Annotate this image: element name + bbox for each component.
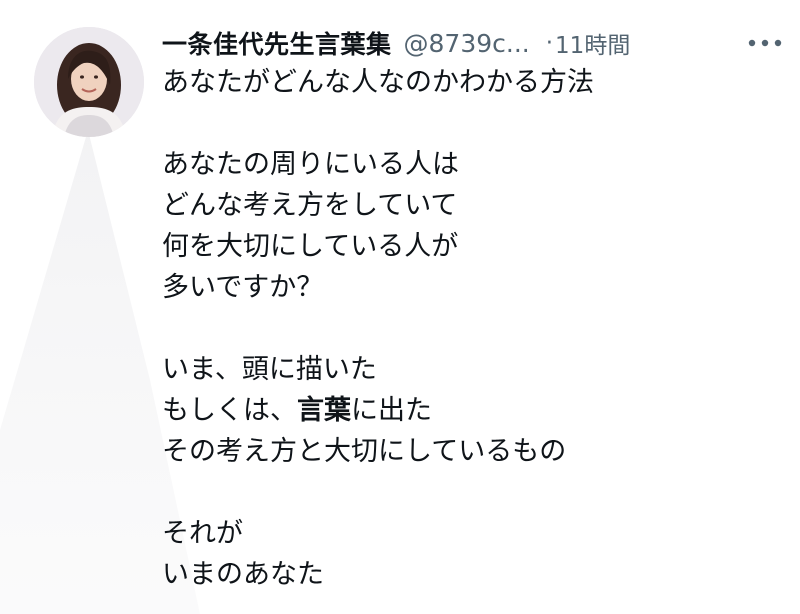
header-separator: ·: [545, 30, 554, 56]
tweet-line: 多いですか？: [162, 272, 324, 303]
more-options-button[interactable]: [743, 28, 787, 58]
tweet-line: いまのあなた: [162, 559, 324, 590]
tweet-line: その考え方と大切にしているもの: [162, 436, 567, 467]
tweet-text: あなたがどんな人なのかわかる方法 あなたの周りにいる人は どんな考え方をしていて…: [162, 62, 782, 595]
tweet-line: あなたの周りにいる人は: [162, 149, 459, 180]
author-name[interactable]: 一条佳代先生言葉集: [162, 25, 392, 61]
more-horizontal-icon: [748, 39, 782, 47]
tweet-line: あなたがどんな人なのかわかる方法: [162, 67, 594, 98]
bold-keyword: 言葉: [297, 395, 351, 426]
tweet-line-part: もしくは、: [162, 395, 297, 426]
tweet-line: どんな考え方をしていて: [162, 190, 458, 221]
post-timestamp[interactable]: 11時間: [555, 26, 630, 60]
author-handle[interactable]: @8739c...: [404, 29, 530, 58]
tweet-line-with-bold: もしくは、言葉に出た: [162, 390, 782, 431]
tweet-header: 一条佳代先生言葉集 @8739c... · 11時間: [162, 22, 787, 64]
tweet-line-part: に出た: [351, 395, 432, 426]
author-avatar[interactable]: [34, 27, 144, 137]
tweet-line: それが: [162, 518, 243, 549]
tweet-line: 何を大切にしている人が: [162, 231, 459, 262]
tweet-line: いま、頭に描いた: [162, 354, 377, 385]
